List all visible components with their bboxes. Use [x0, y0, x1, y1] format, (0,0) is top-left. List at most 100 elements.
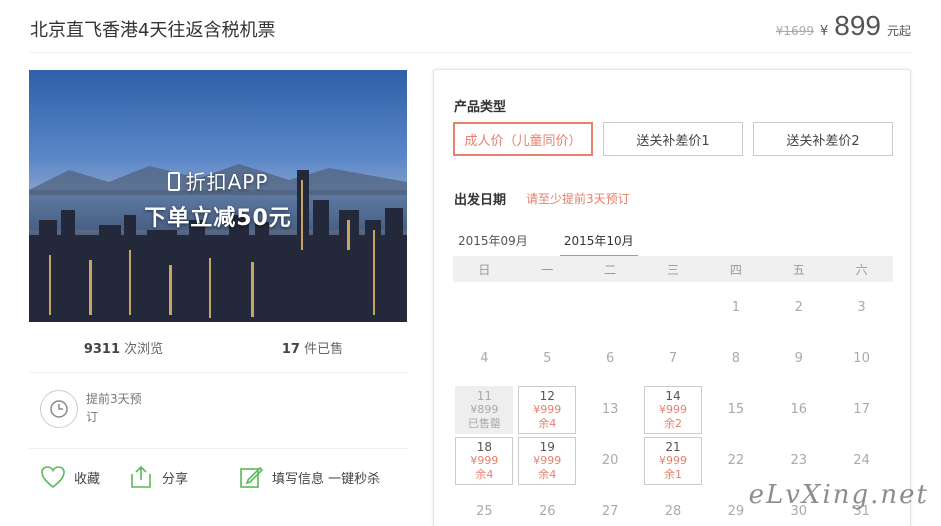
weekday-label: 二 — [604, 262, 617, 277]
calendar-day: 23 — [790, 453, 807, 468]
views-label: 次浏览 — [120, 342, 164, 357]
day-remaining: 余4 — [538, 416, 557, 430]
month-tabs: 2015年09月 2015年10月 — [454, 232, 638, 257]
weekday-label: 四 — [729, 262, 742, 277]
product-type-label: 产品类型 — [454, 100, 507, 115]
date-hint: 请至少提前3天预订 — [526, 192, 630, 206]
calendar-weekday-header: 日一二三四五六 — [453, 256, 893, 282]
calendar-day: 22 — [727, 453, 745, 468]
day-number: 12 — [539, 388, 555, 403]
calendar-day: 6 — [605, 351, 615, 366]
calendar-day: 11 ¥899 已售罄 — [453, 384, 516, 435]
product-type-option[interactable]: 成人价（儿童同价） — [453, 122, 593, 156]
day-remaining: 余4 — [475, 467, 494, 481]
sold-label: 件已售 — [299, 342, 344, 357]
product-title: 北京直飞香港4天往返含税机票 — [30, 20, 276, 41]
calendar-day: 4 — [480, 351, 489, 366]
day-remaining: 余4 — [538, 467, 557, 481]
day-price: ¥999 — [533, 402, 562, 416]
calendar-day[interactable]: 18 ¥999 余4 — [453, 435, 516, 486]
calendar-day: 1 — [731, 300, 740, 315]
advance-booking-note: 提前3天预订 — [40, 390, 148, 428]
calendar-day: 2 — [794, 300, 803, 315]
product-type-options: 成人价（儿童同价） 送关补差价1 送关补差价2 — [453, 122, 893, 156]
calendar-empty — [579, 282, 642, 333]
calendar-empty — [642, 282, 705, 333]
product-stats: 9311 次浏览 17 件已售 — [29, 338, 407, 357]
day-offer-box[interactable]: 18 ¥999 余4 — [455, 436, 514, 485]
phone-icon — [167, 172, 180, 191]
calendar-empty — [516, 282, 579, 333]
day-number: 14 — [665, 388, 681, 403]
calendar-day[interactable]: 12 ¥999 余4 — [516, 384, 579, 435]
original-price: ¥1699 — [775, 24, 814, 38]
sold-count: 17 — [281, 342, 300, 357]
weekday-label: 三 — [666, 262, 679, 277]
day-offer-box: 11 ¥899 已售罄 — [455, 385, 514, 434]
calendar-day: 28 — [664, 504, 682, 519]
fill-info-button[interactable]: 填写信息 一键秒杀 — [238, 464, 380, 490]
calendar-day: 8 — [731, 351, 740, 366]
views-stat: 9311 次浏览 — [29, 338, 218, 357]
calendar-day: 26 — [539, 504, 556, 519]
day-offer-box[interactable]: 19 ¥999 余4 — [518, 436, 577, 485]
calendar-day: 13 — [601, 402, 619, 417]
calendar-empty — [453, 282, 516, 333]
day-offer-box[interactable]: 12 ¥999 余4 — [518, 385, 577, 434]
booking-panel: 产品类型 成人价（儿童同价） 送关补差价1 送关补差价2 出发日期 请至少提前3天预… — [433, 69, 911, 526]
product-type-option[interactable]: 送关补差价1 — [603, 122, 743, 156]
stats-divider — [29, 372, 407, 373]
views-count: 9311 — [83, 342, 121, 357]
product-type-option[interactable]: 送关补差价2 — [753, 122, 893, 156]
banner-app-text: 折扣APP — [29, 166, 407, 195]
calendar-day[interactable]: 19 ¥999 余4 — [516, 435, 579, 486]
edit-icon — [240, 466, 264, 488]
day-offer-box[interactable]: 14 ¥999 余2 — [643, 385, 702, 434]
calendar-day: 20 — [601, 453, 619, 468]
header-divider — [30, 52, 911, 53]
calendar-day: 27 — [601, 504, 619, 519]
product-banner[interactable]: 折扣APP 下单立减50元 — [29, 70, 407, 322]
month-tab[interactable]: 2015年09月 — [454, 232, 532, 257]
day-offer-box[interactable]: 21 ¥999 余1 — [643, 436, 702, 485]
calendar-day: 16 — [790, 402, 807, 417]
day-price: ¥899 — [470, 402, 499, 416]
day-price: ¥999 — [533, 453, 562, 467]
calendar-day[interactable]: 14 ¥999 余2 — [642, 384, 705, 435]
day-remaining: 余1 — [663, 467, 682, 481]
month-tab[interactable]: 2015年10月 — [559, 232, 638, 257]
day-price: ¥999 — [658, 453, 687, 467]
day-remaining: 已售罄 — [467, 416, 501, 430]
day-number: 18 — [476, 439, 493, 454]
favorite-button[interactable]: 收藏 — [40, 465, 100, 489]
sold-stat: 17 件已售 — [218, 338, 407, 357]
city-skyline-image — [29, 164, 407, 322]
watermark: eLvXing.net — [748, 480, 929, 510]
clock-icon — [40, 390, 78, 428]
day-remaining: 余2 — [663, 416, 682, 430]
price-suffix: 元起 — [886, 24, 911, 38]
calendar-day: 5 — [543, 351, 552, 366]
calendar-day: 9 — [794, 351, 803, 366]
calendar-day: 15 — [727, 402, 745, 417]
day-price: ¥999 — [658, 402, 687, 416]
day-price: ¥999 — [470, 453, 499, 467]
departure-date-label: 出发日期 — [454, 193, 507, 208]
calendar-day: 7 — [668, 351, 678, 366]
calendar-day[interactable]: 21 ¥999 余1 — [642, 435, 705, 486]
share-icon — [131, 465, 151, 488]
banner-line1: 折扣APP — [185, 170, 269, 194]
weekday-label: 五 — [792, 262, 805, 277]
actions-divider — [29, 448, 407, 449]
action-bar: 收藏 分享 填写信息 一键秒杀 — [40, 464, 408, 490]
day-number: 11 — [476, 388, 493, 403]
fill-info-label: 填写信息 一键秒杀 — [272, 471, 381, 487]
weekday-label: 一 — [541, 262, 554, 277]
share-label: 分享 — [162, 471, 189, 487]
weekday-label: 日 — [478, 262, 491, 277]
current-price: 899 — [834, 10, 881, 41]
calendar-day: 24 — [853, 453, 870, 468]
share-button[interactable]: 分享 — [128, 464, 188, 490]
day-number: 19 — [539, 439, 555, 454]
currency-symbol: ¥ — [819, 24, 829, 39]
